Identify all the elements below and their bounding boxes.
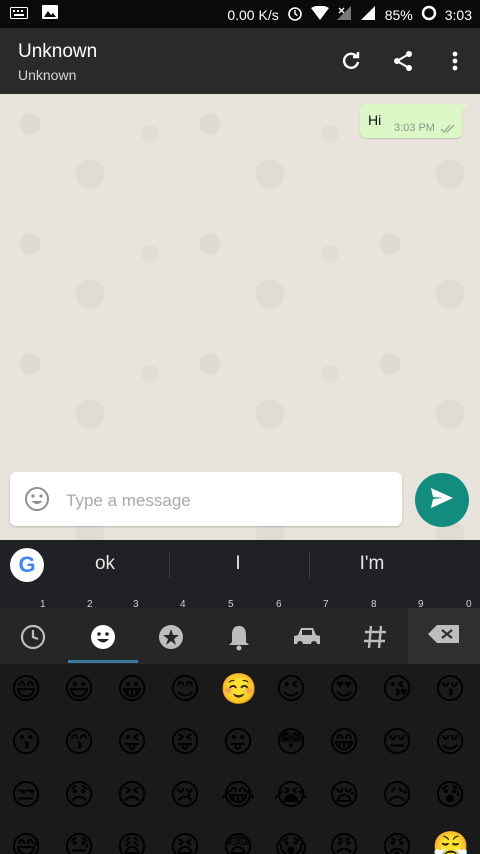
battery-ring-icon xyxy=(421,5,437,24)
emoji-key[interactable]: 😜 xyxy=(114,725,150,761)
emoji-key[interactable]: 😒 xyxy=(8,778,44,814)
key-number[interactable]: 2 xyxy=(87,599,93,608)
backspace-button[interactable] xyxy=(408,608,480,664)
suggestion-word-1[interactable]: ok xyxy=(55,553,155,575)
emoji-key[interactable]: 😣 xyxy=(114,778,150,814)
emoji-key[interactable]: 😄 xyxy=(8,672,44,708)
emoji-key[interactable]: 😱 xyxy=(273,830,309,854)
suggestion-strip: G ok I I'm xyxy=(0,540,480,590)
emoji-key[interactable]: 😀 xyxy=(114,672,150,708)
emoji-key[interactable]: 😊 xyxy=(167,672,203,708)
app-bar: Unknown Unknown xyxy=(0,28,480,94)
hashtag-category-icon[interactable] xyxy=(358,620,392,654)
emoji-key[interactable]: 😳 xyxy=(273,725,309,761)
emoji-key[interactable]: 😍 xyxy=(326,672,362,708)
emoji-key[interactable]: 😃 xyxy=(61,672,97,708)
recent-clock-icon[interactable] xyxy=(16,620,50,654)
emoji-key[interactable]: 😚 xyxy=(432,672,468,708)
suggestion-word-2[interactable]: I xyxy=(188,553,288,575)
emoji-key[interactable]: 😤 xyxy=(432,830,469,854)
message-bubble-outgoing[interactable]: Hi 3:03 PM xyxy=(360,104,468,139)
emoji-key[interactable]: 😰 xyxy=(432,778,468,814)
key-number[interactable]: 7 xyxy=(323,599,329,608)
contact-subtitle: Unknown xyxy=(18,67,77,83)
clock: 3:03 xyxy=(444,6,472,23)
emoji-key[interactable]: 😅 xyxy=(8,830,44,854)
emoji-key[interactable]: 😓 xyxy=(61,830,97,854)
key-number[interactable]: 0 xyxy=(466,599,472,608)
message-time: 3:03 PM xyxy=(394,122,435,134)
message-input[interactable]: Type a message xyxy=(66,491,191,511)
emoji-key[interactable]: 😫 xyxy=(167,830,203,854)
emoji-key[interactable]: 😪 xyxy=(326,778,362,814)
alarm-icon xyxy=(287,5,303,24)
send-button[interactable] xyxy=(415,473,469,527)
smiley-category-icon[interactable] xyxy=(86,620,120,654)
keyboard-icon xyxy=(10,6,28,22)
message-composer[interactable]: Type a message xyxy=(10,472,402,526)
key-number[interactable]: 1 xyxy=(40,599,46,608)
number-row: 1 2 3 4 5 6 7 8 9 0 xyxy=(0,590,480,608)
key-number[interactable]: 8 xyxy=(371,599,377,608)
selected-category-indicator xyxy=(68,660,138,663)
image-icon xyxy=(42,5,58,22)
key-number[interactable]: 9 xyxy=(418,599,424,608)
signal-off-icon xyxy=(336,6,353,23)
emoji-key[interactable]: 😂 xyxy=(220,778,256,814)
key-number[interactable]: 4 xyxy=(180,599,186,608)
contact-name[interactable]: Unknown xyxy=(18,41,97,63)
battery-level: 85% xyxy=(384,6,413,23)
emoji-key[interactable]: 😠 xyxy=(326,830,362,854)
status-bar: 0.00 K/s 85% 3:03 xyxy=(0,0,480,28)
emoji-key[interactable]: 😁 xyxy=(326,725,362,761)
suggestion-divider xyxy=(309,552,310,578)
emoji-key[interactable]: 😌 xyxy=(432,725,468,761)
emoji-key[interactable]: 😉 xyxy=(273,672,309,708)
bell-category-icon[interactable] xyxy=(222,620,256,654)
key-number[interactable]: 6 xyxy=(276,599,282,608)
send-icon xyxy=(430,487,454,514)
double-check-icon xyxy=(440,121,456,139)
wifi-icon xyxy=(310,5,329,23)
suggestion-divider xyxy=(169,552,170,578)
more-vert-icon[interactable] xyxy=(440,46,470,76)
message-text: Hi xyxy=(368,112,382,128)
emoji-key[interactable]: 😝 xyxy=(167,725,203,761)
signal-icon xyxy=(360,6,377,23)
emoji-key[interactable]: 😛 xyxy=(220,725,256,761)
emoji-grid: 😄 😃 😀 😊 ☺️ 😉 😍 😘 😚 😗 😙 😜 😝 😛 😳 😁 😔 😌 😒 😞… xyxy=(0,664,480,854)
emoji-category-bar xyxy=(0,608,480,664)
suggestion-word-3[interactable]: I'm xyxy=(322,553,422,575)
emoji-key[interactable]: 😢 xyxy=(167,778,203,814)
emoji-key[interactable]: 😗 xyxy=(8,725,44,761)
emoji-key[interactable]: 😘 xyxy=(379,672,415,708)
emoji-key[interactable]: 😔 xyxy=(379,725,415,761)
key-number[interactable]: 3 xyxy=(133,599,139,608)
emoji-key[interactable]: ☺️ xyxy=(220,672,257,708)
backspace-icon xyxy=(427,624,461,649)
network-speed: 0.00 K/s xyxy=(227,6,279,23)
google-icon[interactable]: G xyxy=(10,548,44,582)
emoji-toggle-icon[interactable] xyxy=(24,486,50,517)
car-category-icon[interactable] xyxy=(290,620,324,654)
refresh-icon[interactable] xyxy=(336,46,366,76)
key-number[interactable]: 5 xyxy=(228,599,234,608)
emoji-key[interactable]: 😙 xyxy=(61,725,97,761)
emoji-key[interactable]: 😡 xyxy=(379,830,415,854)
emoji-key[interactable]: 😞 xyxy=(61,778,97,814)
flower-category-icon[interactable] xyxy=(154,620,188,654)
emoji-key[interactable]: 😨 xyxy=(220,830,256,854)
share-icon[interactable] xyxy=(388,46,418,76)
emoji-key[interactable]: 😩 xyxy=(114,830,150,854)
emoji-key[interactable]: 😭 xyxy=(273,778,309,814)
emoji-key[interactable]: 😥 xyxy=(379,778,415,814)
